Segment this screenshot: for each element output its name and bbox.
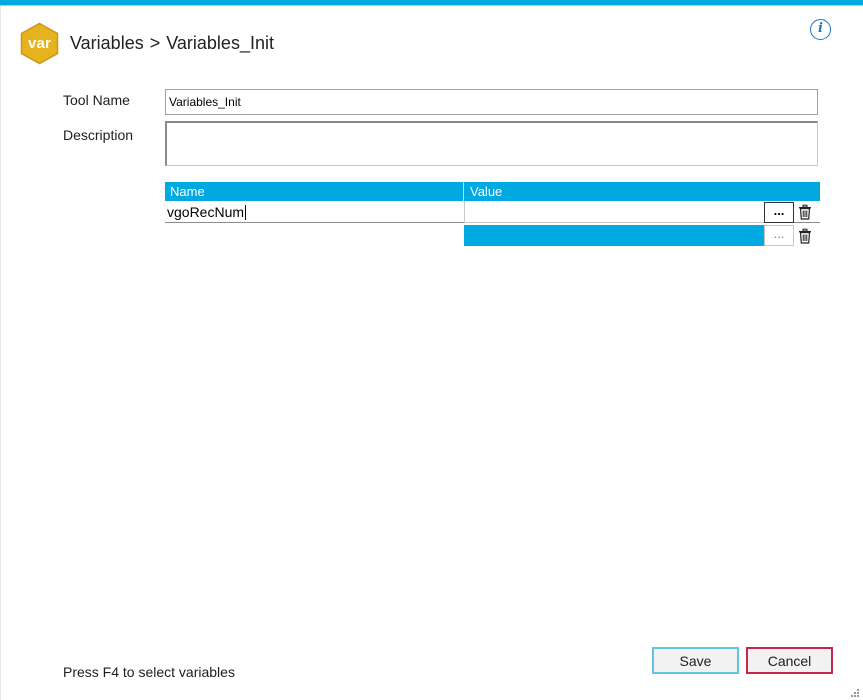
resize-grip-icon[interactable] bbox=[850, 688, 860, 698]
value-browse-button-new-row[interactable]: ... bbox=[764, 225, 794, 246]
column-header-value[interactable]: Value bbox=[470, 184, 502, 199]
breadcrumb-parent[interactable]: Variables bbox=[70, 33, 144, 54]
variables-grid-header: Name Value bbox=[165, 182, 820, 201]
description-input[interactable] bbox=[165, 121, 818, 166]
logo-text: var bbox=[27, 35, 52, 52]
info-icon[interactable]: i bbox=[810, 19, 831, 40]
row-divider bbox=[794, 222, 820, 223]
save-button[interactable]: Save bbox=[652, 647, 739, 674]
trash-icon[interactable] bbox=[797, 204, 813, 220]
var-logo-icon: var bbox=[18, 22, 61, 65]
column-header-name[interactable]: Name bbox=[170, 184, 205, 199]
description-label: Description bbox=[63, 127, 134, 143]
window-top-accent-edge bbox=[0, 5, 863, 6]
breadcrumb-current: Variables_Init bbox=[166, 33, 274, 53]
breadcrumb: Variables > Variables_Init bbox=[70, 33, 274, 54]
trash-icon[interactable] bbox=[797, 228, 813, 244]
breadcrumb-separator: > bbox=[149, 33, 161, 53]
tool-name-input[interactable]: Variables_Init bbox=[165, 89, 818, 115]
f4-hint-text: Press F4 to select variables bbox=[63, 664, 235, 680]
grid-row-name-cell[interactable]: vgoRecNum bbox=[165, 201, 464, 223]
column-divider[interactable] bbox=[463, 182, 464, 201]
grid-row-value-cell[interactable] bbox=[464, 201, 764, 223]
grid-new-row-value-cell-selected[interactable] bbox=[464, 225, 764, 246]
text-caret bbox=[245, 205, 247, 220]
tool-name-label: Tool Name bbox=[63, 92, 130, 108]
cancel-button[interactable]: Cancel bbox=[746, 647, 833, 674]
row-name-text: vgoRecNum bbox=[167, 204, 245, 220]
value-browse-button[interactable]: ... bbox=[764, 202, 794, 223]
window-left-edge bbox=[0, 6, 1, 700]
header: var Variables > Variables_Init bbox=[18, 22, 274, 65]
